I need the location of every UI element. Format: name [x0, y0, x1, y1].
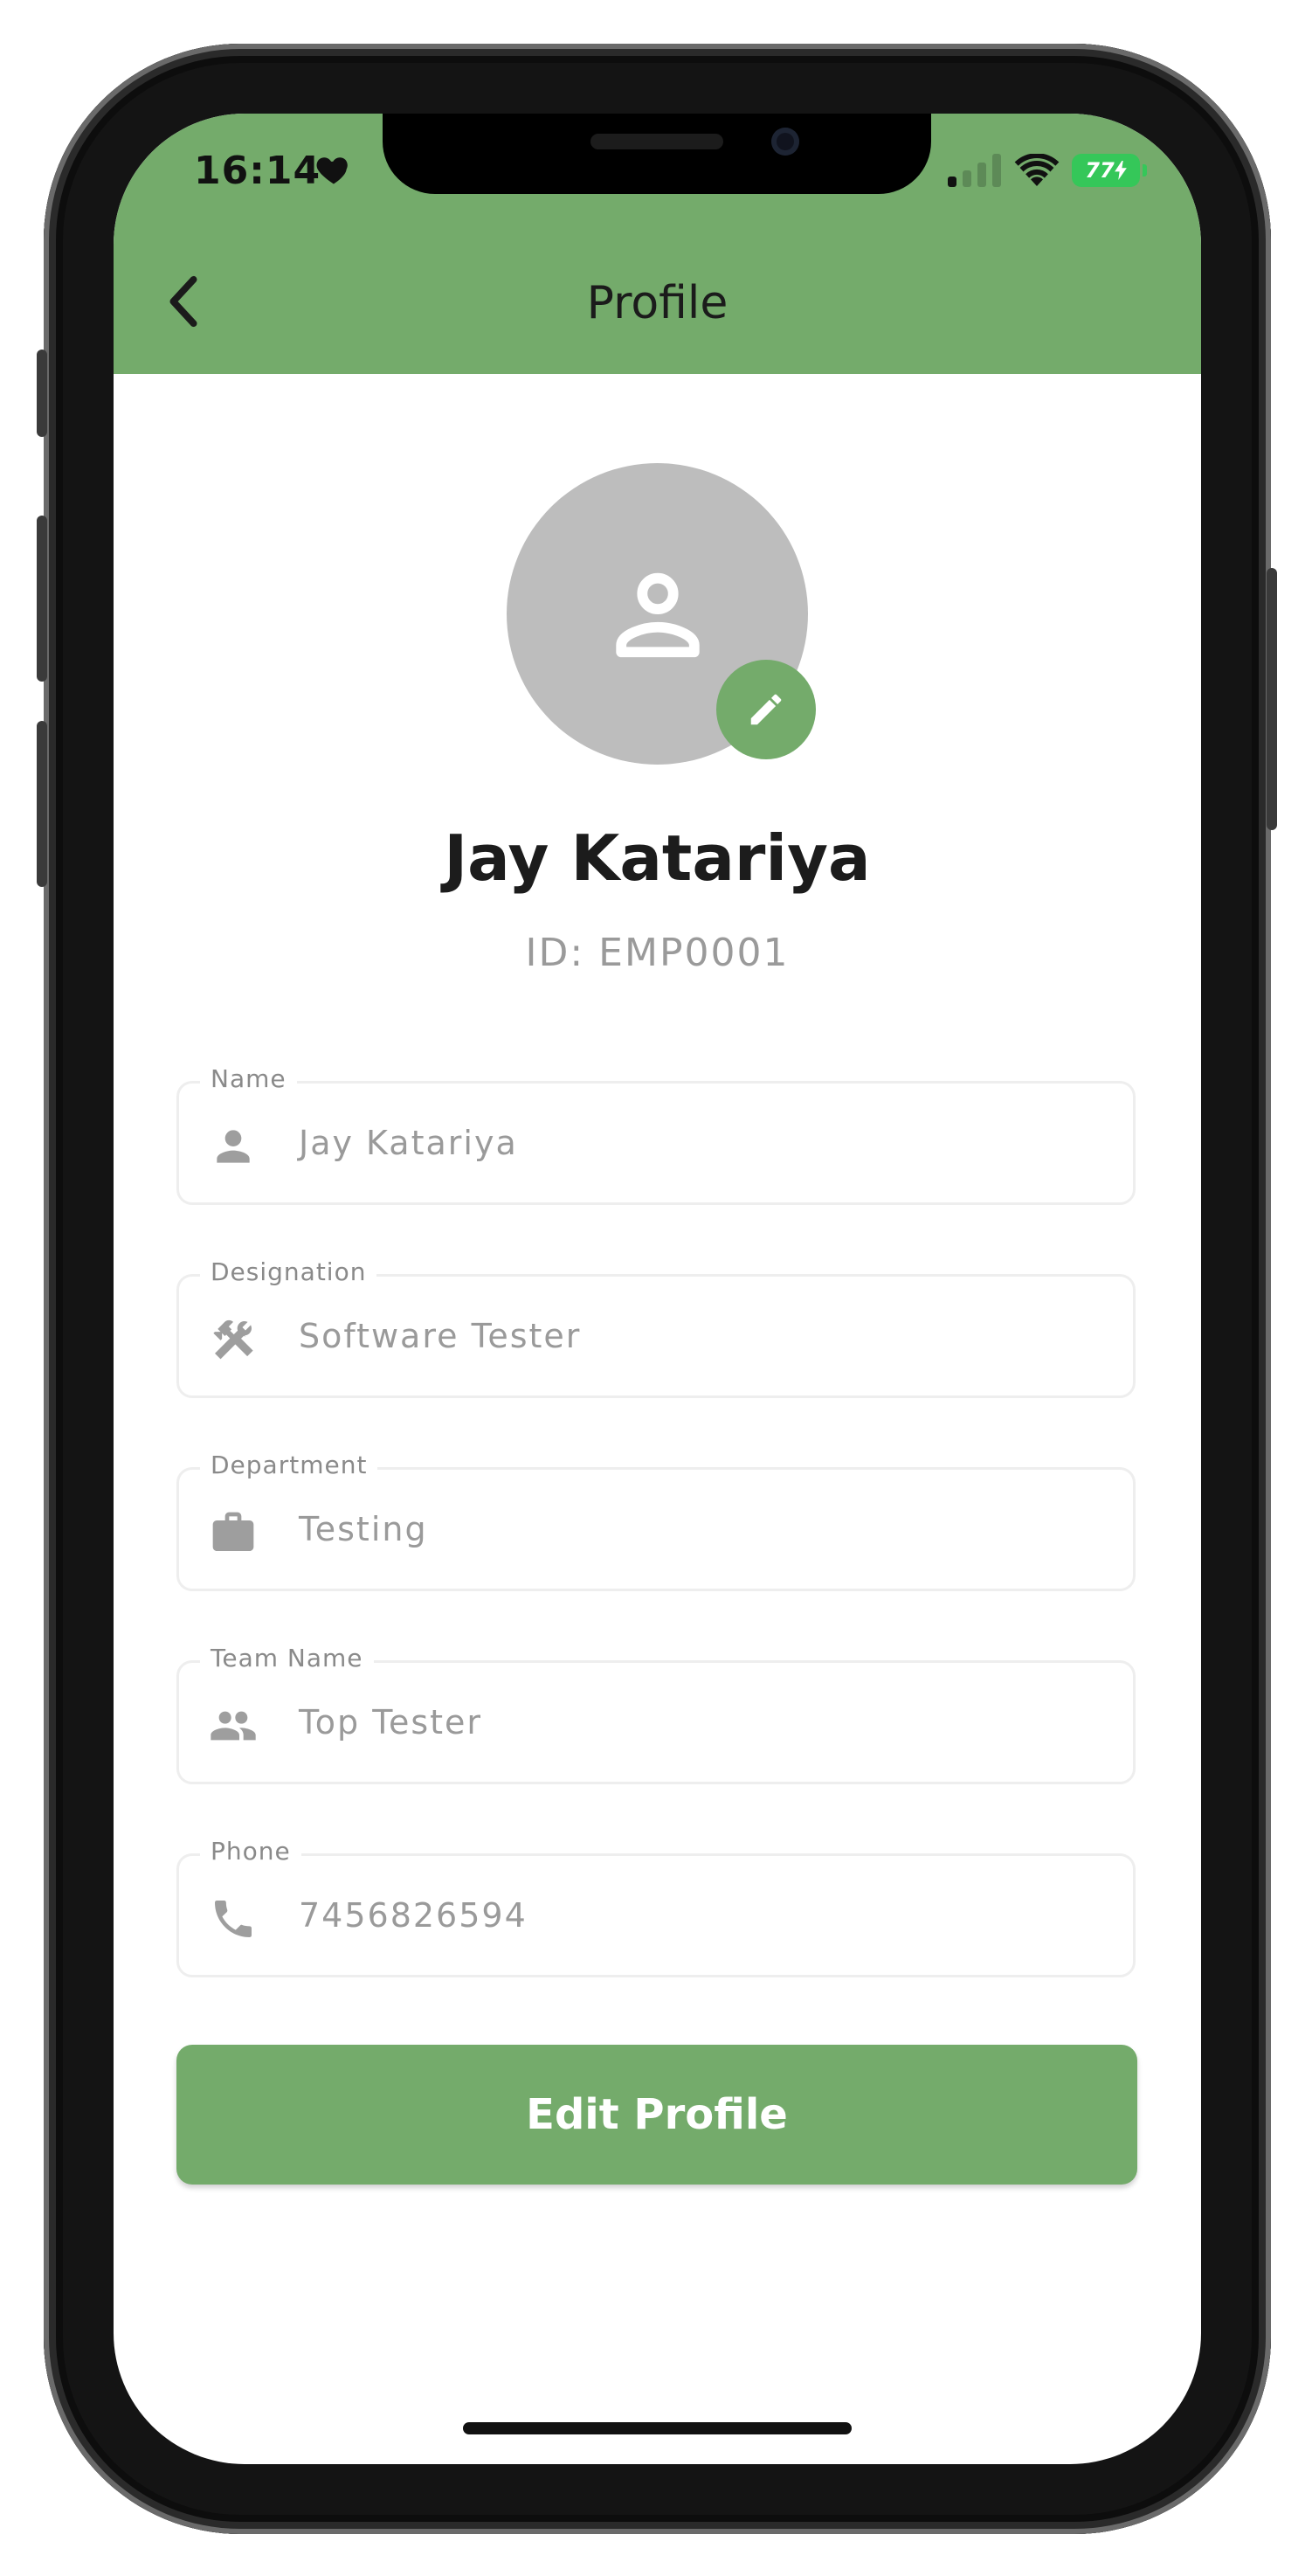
employee-id: ID: EMP0001 [525, 931, 790, 975]
briefcase-icon [212, 1512, 254, 1551]
field-value: Top Tester [299, 1703, 483, 1742]
heart-icon [316, 157, 348, 184]
app-screen: 16:14 77 Profile Jay Katariya ID: EMP000… [114, 114, 1201, 2464]
volume-down-button [37, 721, 47, 887]
battery-level: 77 [1085, 158, 1115, 183]
name-field[interactable]: Name Jay Katariya [176, 1064, 1136, 1205]
group-icon [211, 1711, 256, 1741]
status-icons: 77 [948, 149, 1147, 192]
field-value: Testing [299, 1510, 428, 1548]
team-name-field[interactable]: Team Name Top Tester [176, 1644, 1136, 1784]
edit-photo-button[interactable] [716, 660, 816, 759]
speaker-grille [590, 134, 723, 149]
field-value: Jay Katariya [299, 1124, 518, 1162]
page-title: Profile [586, 277, 729, 329]
phone-icon [215, 1901, 252, 1937]
field-value: 7456826594 [299, 1896, 528, 1935]
profile-name: Jay Katariya [444, 821, 871, 895]
app-header: 16:14 77 Profile [114, 114, 1201, 374]
pencil-icon [750, 694, 782, 725]
wifi-icon [1014, 154, 1060, 186]
person-outline-icon [615, 572, 700, 657]
status-time: 16:14 [194, 149, 321, 193]
field-label: Name [200, 1064, 297, 1093]
front-camera [771, 128, 799, 156]
field-label: Designation [200, 1257, 377, 1286]
field-label: Department [200, 1451, 378, 1479]
battery-indicator: 77 [1072, 154, 1147, 187]
person-icon [217, 1130, 250, 1163]
charging-bolt-icon [1114, 161, 1127, 180]
field-label: Phone [200, 1837, 301, 1866]
designation-field[interactable]: Designation Software Tester [176, 1257, 1136, 1398]
cellular-signal-icon [948, 154, 1001, 187]
volume-up-button [37, 516, 47, 682]
edit-profile-button[interactable]: Edit Profile [176, 2045, 1137, 2185]
phone-field[interactable]: Phone 7456826594 [176, 1837, 1136, 1977]
home-indicator[interactable] [463, 2422, 852, 2434]
tools-icon [213, 1319, 253, 1360]
power-button [1267, 568, 1277, 830]
mute-switch [37, 350, 47, 437]
field-value: Software Tester [299, 1317, 582, 1355]
department-field[interactable]: Department Testing [176, 1451, 1136, 1591]
device-notch [383, 114, 931, 194]
field-label: Team Name [200, 1644, 374, 1672]
